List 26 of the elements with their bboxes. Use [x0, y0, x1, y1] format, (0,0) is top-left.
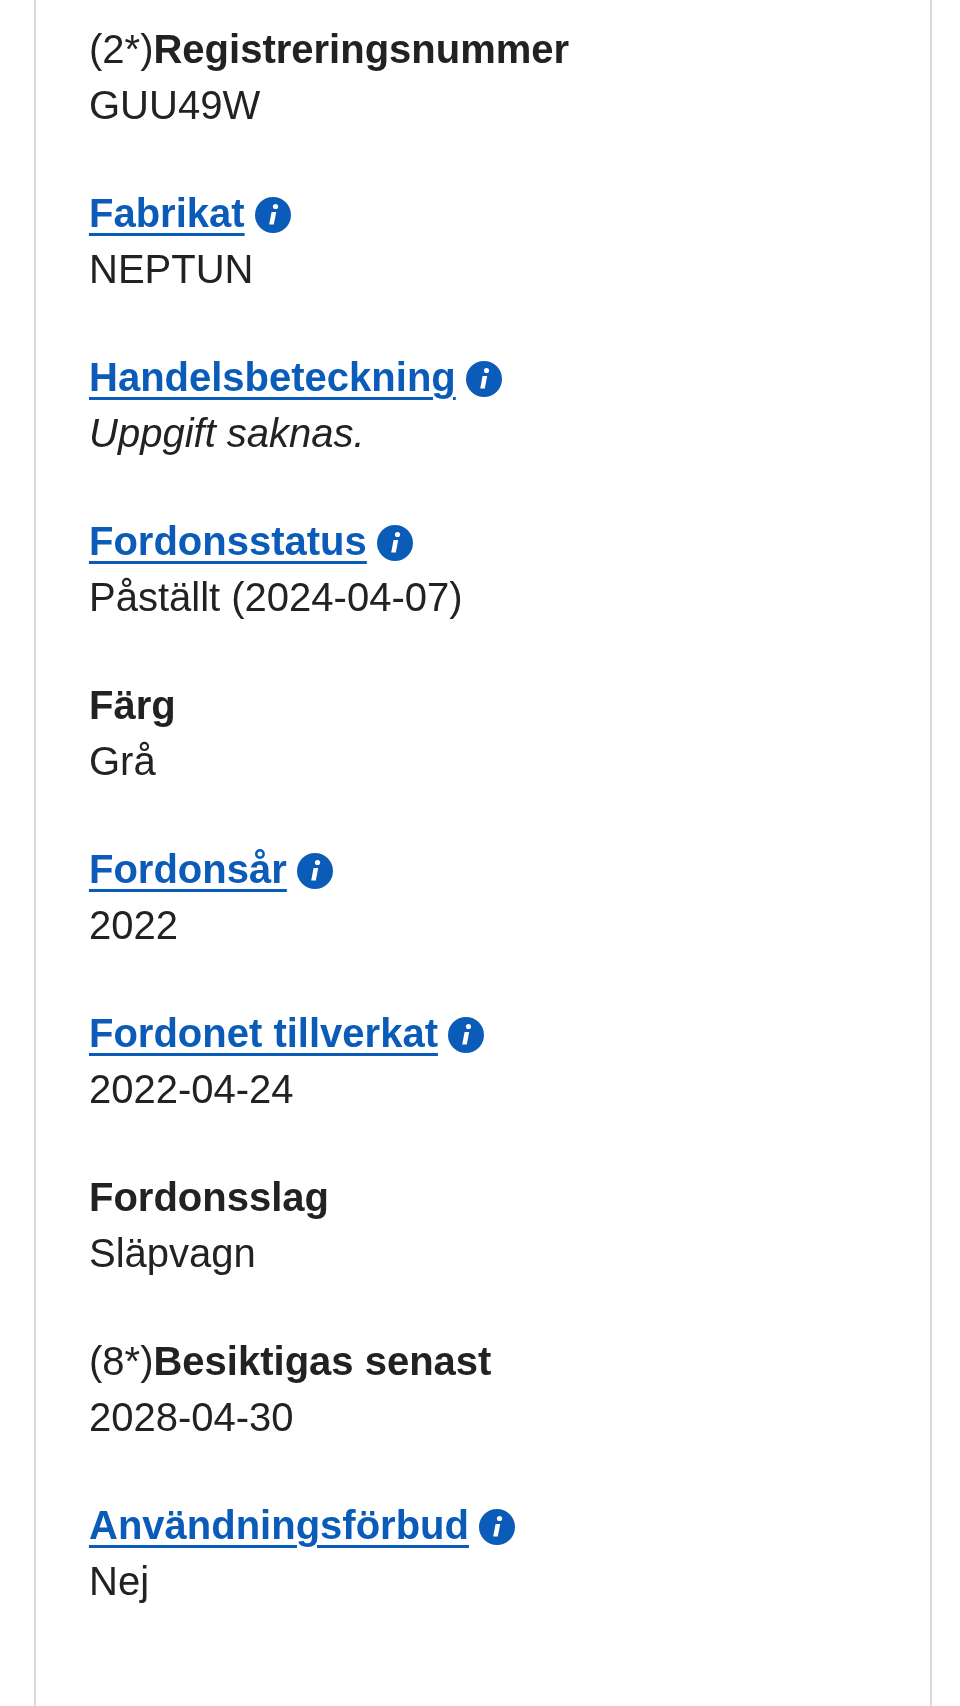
info-icon[interactable]: [254, 197, 291, 233]
info-icon[interactable]: [465, 361, 502, 397]
field-label: Färg: [89, 682, 176, 729]
field-value: NEPTUN: [89, 246, 254, 293]
info-icon[interactable]: [376, 525, 413, 561]
field-label-link[interactable]: Fordonsår: [89, 841, 287, 897]
field-value: 2028-04-30: [89, 1394, 294, 1441]
field-label: (2*)Registreringsnummer: [89, 26, 570, 73]
field-value: Uppgift saknas.: [89, 410, 365, 457]
field-label: (8*)Besiktigas senast: [89, 1338, 492, 1385]
info-icon[interactable]: [296, 853, 333, 889]
field-value: Påställt (2024-04-07): [89, 574, 463, 621]
field-label: Fordonsslag: [89, 1174, 330, 1221]
field-label-link[interactable]: Fabrikat: [89, 185, 245, 241]
field-value: 2022: [89, 902, 178, 949]
info-icon[interactable]: [447, 1017, 484, 1053]
info-icon[interactable]: [478, 1509, 515, 1545]
field-value: Grå: [89, 738, 156, 785]
field-label-link[interactable]: Användningsförbud: [89, 1497, 469, 1553]
field-value: Släpvagn: [89, 1230, 256, 1277]
field-label-link[interactable]: Handelsbeteckning: [89, 349, 456, 405]
field-value: GUU49W: [89, 82, 261, 129]
field-label-link[interactable]: Fordonsstatus: [89, 513, 367, 569]
field-label-link[interactable]: Fordonet tillverkat: [89, 1005, 438, 1061]
field-value: Nej: [89, 1558, 150, 1605]
field-value: 2022-04-24: [89, 1066, 294, 1113]
